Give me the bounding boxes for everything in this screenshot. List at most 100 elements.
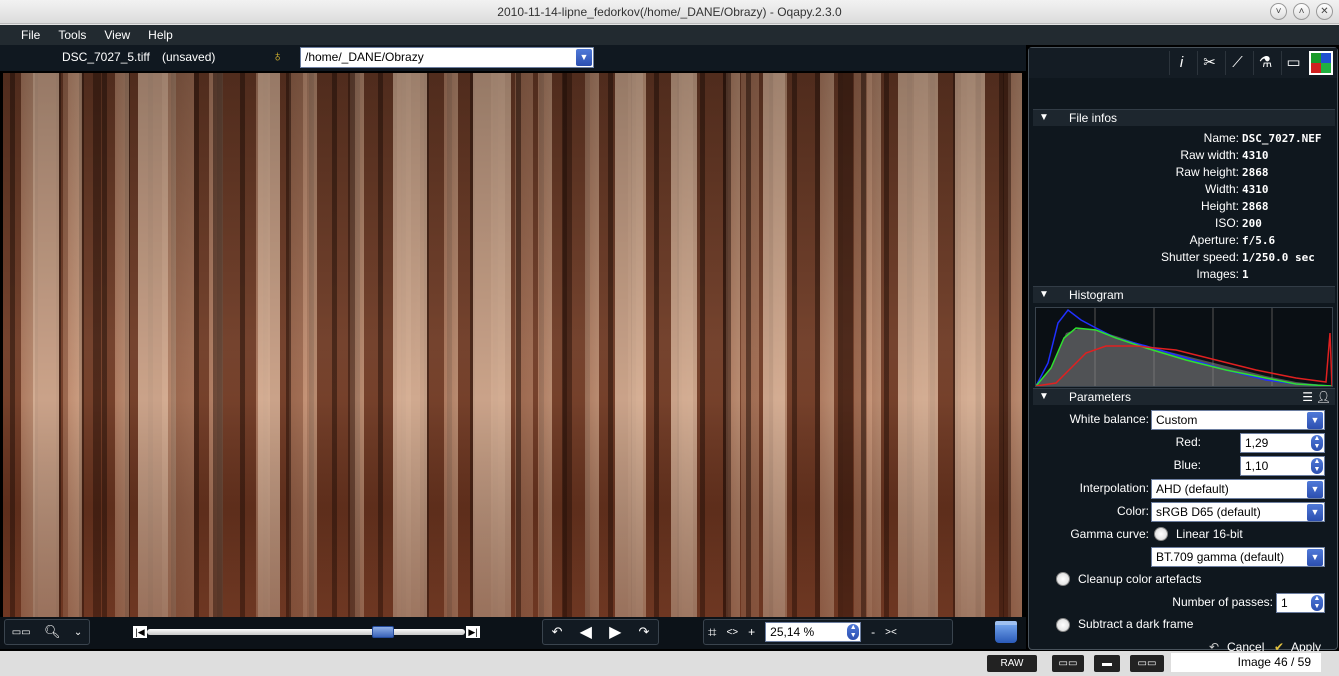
info-value: DSC_7027.NEF xyxy=(1242,132,1322,145)
white-balance-label: White balance: xyxy=(1069,412,1149,426)
color-select[interactable]: sRGB D65 (default) ▼ xyxy=(1151,502,1325,522)
gamma-select[interactable]: BT.709 gamma (default) ▼ xyxy=(1151,547,1325,567)
menu-view[interactable]: View xyxy=(95,25,139,45)
slider-groove[interactable] xyxy=(147,629,465,635)
navigation-box: ↶ ◀ ▶ ↷ xyxy=(542,619,659,645)
histogram-header[interactable]: ▼ Histogram xyxy=(1033,286,1335,303)
chevron-down-icon[interactable]: ⌄ xyxy=(74,627,82,638)
info-label: ISO: xyxy=(1214,216,1239,230)
magnifier-icon[interactable]: 🔍︎ xyxy=(44,624,61,640)
info-row: ISO: 200 xyxy=(1029,215,1337,232)
red-spinbox[interactable]: 1,29 ▲ ▼ xyxy=(1240,433,1325,453)
info-row: Shutter speed: 1/250.0 sec xyxy=(1029,249,1337,266)
folder-icon[interactable]: ▭ xyxy=(1281,51,1305,75)
raw-mode-button[interactable]: RAW xyxy=(987,655,1037,672)
rotate-right-icon[interactable]: ↷ xyxy=(639,624,650,640)
maximize-button[interactable]: ˄ xyxy=(1293,3,1310,20)
chevron-down-icon[interactable]: ▼ xyxy=(1307,481,1323,498)
dark-frame-checkbox[interactable] xyxy=(1056,618,1070,632)
zoom-input[interactable]: 25,14 % ▲ ▼ xyxy=(765,622,862,642)
white-balance-select[interactable]: Custom ▼ xyxy=(1151,410,1325,430)
image-slider[interactable]: |◀ ▶| xyxy=(133,626,480,638)
zoom-in-button[interactable]: + xyxy=(748,625,755,639)
fit-out-button[interactable]: >< xyxy=(885,627,897,638)
trash-icon[interactable] xyxy=(995,621,1017,643)
chevron-down-icon[interactable]: ▼ xyxy=(1307,412,1323,429)
menu-file[interactable]: File xyxy=(12,25,49,45)
rotate-left-icon[interactable]: ↶ xyxy=(552,624,563,640)
chevron-down-icon[interactable]: ▼ xyxy=(1307,549,1323,566)
red-value: 1,29 xyxy=(1245,436,1269,450)
folder-icon[interactable]: ▬ xyxy=(1094,655,1120,672)
info-value: 2868 xyxy=(1242,200,1269,213)
passes-spinbox[interactable]: 1 ▲ ▼ xyxy=(1276,593,1325,613)
bookmark-icon[interactable]: ♁ xyxy=(272,48,283,65)
file-infos-header[interactable]: ▼ File infos xyxy=(1033,109,1335,126)
path-combobox[interactable]: /home/_DANE/Obrazy ▼ xyxy=(300,47,594,68)
collapse-icon[interactable]: ▼ xyxy=(1039,110,1049,126)
blue-spinbox[interactable]: 1,10 ▲ ▼ xyxy=(1240,456,1325,476)
next-image-button[interactable]: ▶ xyxy=(609,622,621,642)
current-filename: DSC_7027_5.tiff xyxy=(62,50,150,64)
list-icon[interactable]: ☰ xyxy=(1302,389,1313,405)
info-value: 200 xyxy=(1242,217,1262,230)
window-title: 2010-11-14-lipne_fedorkov(/home/_DANE/Ob… xyxy=(497,5,842,19)
info-row: Raw height: 2868 xyxy=(1029,164,1337,181)
crop-icon[interactable]: ⌗ xyxy=(708,624,716,641)
file-infos-title: File infos xyxy=(1069,111,1118,125)
forest-photo xyxy=(3,73,1022,617)
interpolation-label: Interpolation: xyxy=(1079,481,1149,495)
histogram-title: Histogram xyxy=(1069,288,1124,302)
spin-icon[interactable]: ▲ ▼ xyxy=(1311,458,1323,474)
dark-frame-label: Subtract a dark frame xyxy=(1078,617,1194,631)
fit-button[interactable]: <> xyxy=(726,627,738,638)
raw-colors-icon[interactable] xyxy=(1309,51,1333,75)
flask-icon[interactable]: ⚗ xyxy=(1253,51,1277,75)
info-value: 2868 xyxy=(1242,166,1269,179)
slider-end-icon[interactable]: ▶| xyxy=(466,626,480,638)
image-counter: Image 46 / 59 xyxy=(1171,653,1321,672)
filmstrip-icon[interactable]: ▭▭ xyxy=(1052,655,1084,672)
curves-icon[interactable]: ⟋ xyxy=(1225,51,1249,75)
thumbnails-icon[interactable]: ▭▭ xyxy=(12,627,31,638)
panel-toolbar: i ✂ ⟋ ⚗ ▭ xyxy=(1029,48,1337,78)
raw-mode-label: RAW xyxy=(1000,658,1024,669)
menu-help[interactable]: Help xyxy=(139,25,182,45)
parameters-header[interactable]: ▼ Parameters ☰ 👤︎ xyxy=(1033,388,1335,405)
zoom-out-button[interactable]: - xyxy=(871,625,875,639)
histogram-plot xyxy=(1035,307,1333,387)
menu-tools[interactable]: Tools xyxy=(49,25,95,45)
slider-start-icon[interactable]: |◀ xyxy=(133,626,147,638)
previous-image-button[interactable]: ◀ xyxy=(580,622,592,642)
scissors-icon[interactable]: ✂ xyxy=(1197,51,1221,75)
histogram-graph xyxy=(1035,308,1333,387)
file-info-bar: DSC_7027_5.tiff (unsaved) ♁ /home/_DANE/… xyxy=(0,45,1026,71)
info-row: Width: 4310 xyxy=(1029,181,1337,198)
parameters-title: Parameters xyxy=(1069,390,1132,404)
chevron-down-icon[interactable]: ▼ xyxy=(576,49,592,66)
user-icon[interactable]: 👤︎ xyxy=(1316,389,1331,405)
spin-icon[interactable]: ▲ ▼ xyxy=(1311,435,1323,451)
cleanup-checkbox[interactable] xyxy=(1056,572,1070,586)
info-icon[interactable]: i xyxy=(1169,51,1193,75)
right-panel: i ✂ ⟋ ⚗ ▭ ▼ File infos Name: DSC_7027.NE… xyxy=(1028,47,1338,654)
image-viewer[interactable] xyxy=(3,73,1022,617)
close-button[interactable]: ✕ xyxy=(1316,3,1333,20)
minimize-button[interactable]: ˅ xyxy=(1270,3,1287,20)
chevron-down-icon[interactable]: ▼ xyxy=(1307,504,1323,521)
gamma-label: Gamma curve: xyxy=(1070,527,1149,541)
info-label: Width: xyxy=(1204,182,1239,196)
window-titlebar: 2010-11-14-lipne_fedorkov(/home/_DANE/Ob… xyxy=(0,0,1339,24)
info-row: Raw width: 4310 xyxy=(1029,147,1337,164)
interpolation-select[interactable]: AHD (default) ▼ xyxy=(1151,479,1325,499)
spin-icon[interactable]: ▲ ▼ xyxy=(1311,595,1323,611)
collapse-icon[interactable]: ▼ xyxy=(1039,287,1049,303)
info-label: Raw height: xyxy=(1175,165,1239,179)
compare-icon[interactable]: ▭▭ xyxy=(1130,655,1164,672)
collapse-icon[interactable]: ▼ xyxy=(1039,389,1049,405)
zoom-spin-icon[interactable]: ▲ ▼ xyxy=(847,624,860,640)
gamma-linear-radio[interactable] xyxy=(1154,527,1168,541)
info-row: Aperture: f/5.6 xyxy=(1029,232,1337,249)
slider-handle[interactable] xyxy=(371,626,394,638)
gamma-linear-label: Linear 16-bit xyxy=(1176,527,1243,541)
